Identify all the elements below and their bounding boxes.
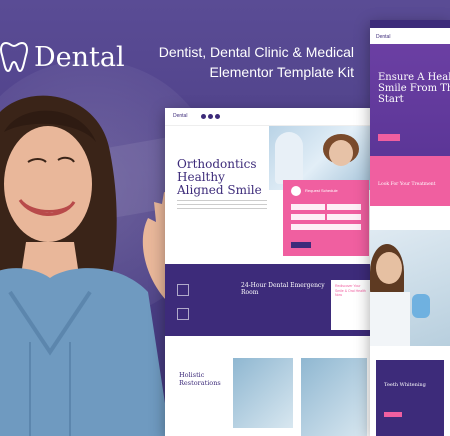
mockup-logo: Dental xyxy=(376,34,391,40)
gallery-photo xyxy=(301,358,367,436)
whitening-button xyxy=(384,412,402,417)
gallery-photo xyxy=(233,358,293,428)
mockup-homepage: Dental Orthodontics Healthy Aligned Smil… xyxy=(165,108,375,436)
treatment-box: Look For Your Treatment xyxy=(370,156,450,206)
form-field-date xyxy=(327,214,361,220)
dentist-figure xyxy=(275,132,303,184)
social-icons xyxy=(201,114,220,119)
inner-hero-button xyxy=(378,134,400,141)
mockup-logo: Dental xyxy=(173,113,188,119)
mockup-navbar: Dental xyxy=(165,108,375,126)
form-field-email xyxy=(327,204,361,210)
patient-face xyxy=(329,140,353,166)
instagram-icon xyxy=(215,114,220,119)
feature-icon-box xyxy=(177,308,189,320)
appointment-form: Request Schedule xyxy=(283,180,369,256)
form-field-name xyxy=(291,204,325,210)
calendar-icon xyxy=(291,186,301,196)
topbar xyxy=(370,20,450,28)
headline-line-1: Dentist, Dental Clinic & Medical xyxy=(158,44,354,60)
dentist-glove xyxy=(412,294,430,318)
emergency-title: 24-Hour Dental Emergency Room xyxy=(241,282,325,296)
form-title: Request Schedule xyxy=(305,188,338,193)
inner-hero-title: Ensure A Healthier Smile From The Start xyxy=(378,72,450,105)
twitter-icon xyxy=(208,114,213,119)
product-headline: Dentist, Dental Clinic & Medical Element… xyxy=(118,42,354,82)
headline-line-2: Elementor Template Kit xyxy=(209,64,354,80)
form-field-message xyxy=(291,224,361,230)
whitening-title: Teeth Whitening xyxy=(384,382,426,388)
hero-paragraph xyxy=(177,200,267,210)
feature-icon-box xyxy=(177,284,189,296)
whitening-card: Teeth Whitening xyxy=(376,360,444,436)
inner-hero: Ensure A Healthier Smile From The Start xyxy=(370,44,450,168)
smile-card: Rediscover Your Smile & Oral Health Now xyxy=(331,280,371,330)
form-submit-button xyxy=(291,242,311,248)
brand-name: Dental xyxy=(34,41,125,73)
hero-title: Orthodontics Healthy Aligned Smile xyxy=(177,157,262,197)
patient-photo xyxy=(370,230,450,346)
restorations-title: Holistic Restorations xyxy=(179,371,221,387)
emergency-section: 24-Hour Dental Emergency Room Rediscover… xyxy=(165,264,375,336)
form-field-phone xyxy=(291,214,325,220)
brand-logo: Dental xyxy=(0,40,125,74)
template-kit-banner: Dental Dentist, Dental Clinic & Medical … xyxy=(0,0,450,436)
tooth-icon xyxy=(0,41,28,73)
smile-card-title: Rediscover Your Smile & Oral Health Now xyxy=(335,284,366,297)
facebook-icon xyxy=(201,114,206,119)
mockup-inner-page: Dental Ensure A Healthier Smile From The… xyxy=(370,20,450,436)
patient-face xyxy=(376,252,402,284)
patient-coat xyxy=(370,292,410,346)
treatment-title: Look For Your Treatment xyxy=(378,182,436,187)
